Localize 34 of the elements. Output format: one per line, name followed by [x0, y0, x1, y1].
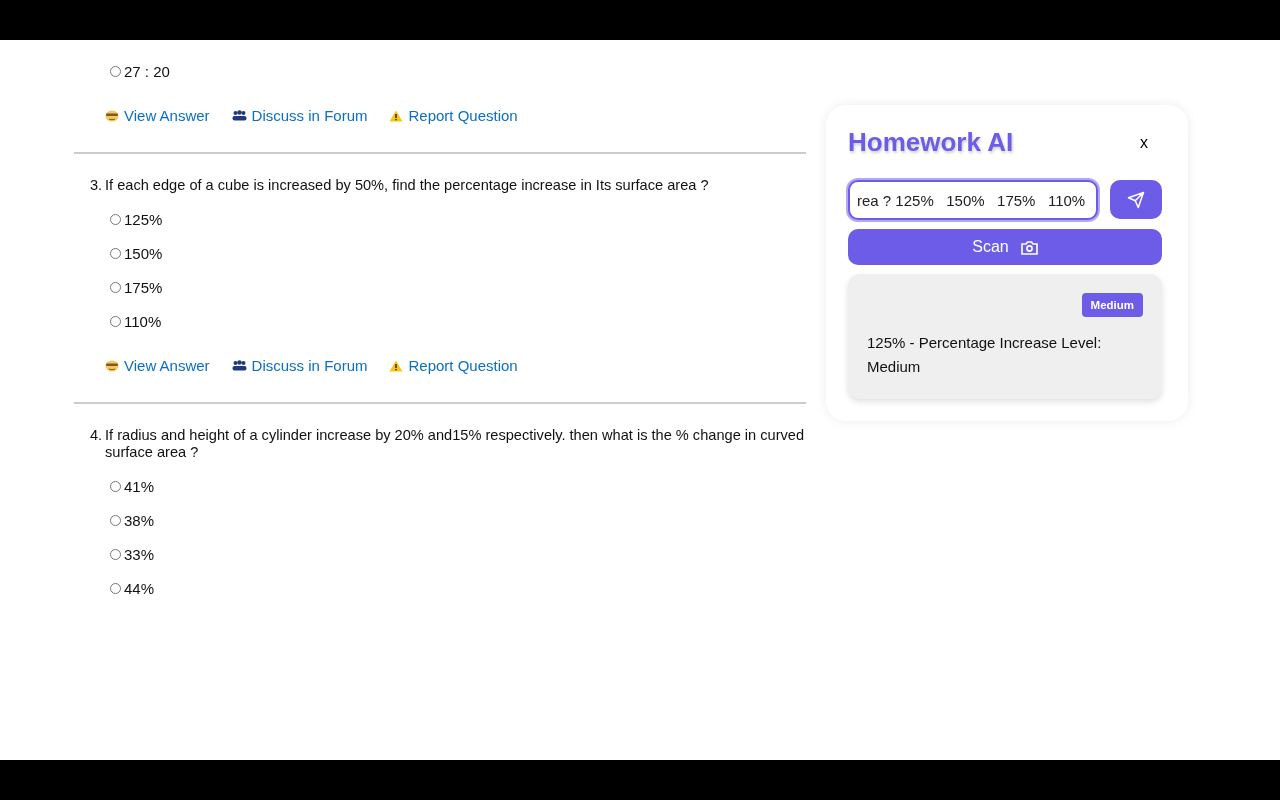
users-icon	[231, 360, 247, 371]
scan-button[interactable]: Scan	[848, 229, 1162, 265]
question-number: 3.	[90, 177, 104, 194]
panel-title: Homework AI	[848, 127, 1014, 158]
report-link[interactable]: Report Question	[389, 107, 518, 124]
option-label: 27 : 20	[124, 62, 170, 80]
send-icon	[1127, 190, 1145, 209]
option-label: 175%	[124, 278, 163, 296]
forum-link[interactable]: Discuss in Forum	[231, 107, 368, 124]
result-text: 125% - Percentage Increase Level: Medium	[867, 333, 1103, 377]
view-answer-link[interactable]: View Answer	[105, 357, 210, 374]
option-label: 38%	[124, 511, 155, 529]
view-answer-link[interactable]: View Answer	[105, 107, 210, 124]
option-label: 125%	[124, 210, 163, 228]
send-button[interactable]	[1110, 180, 1162, 219]
difficulty-badge: Medium	[1081, 293, 1143, 317]
question-input[interactable]: rea ? 125% 150% 175% 110%	[848, 180, 1098, 220]
option-label: 110%	[124, 312, 162, 330]
option-label: 33%	[124, 545, 155, 563]
question-text: If each edge of a cube is increased by 50%, find the percentage increase in Its surface area ?	[105, 177, 709, 194]
emoji-icon	[105, 359, 119, 372]
forum-link[interactable]: Discuss in Forum	[231, 357, 368, 374]
report-link[interactable]: Report Question	[389, 357, 518, 374]
close-button[interactable]: x	[1140, 133, 1148, 152]
camera-icon	[1020, 239, 1038, 255]
warning-icon	[389, 359, 404, 372]
question-number: 4.	[90, 427, 104, 445]
option-label: 150%	[124, 244, 163, 262]
warning-icon	[389, 109, 404, 122]
users-icon	[231, 110, 247, 121]
emoji-icon	[105, 109, 119, 122]
option-label: 41%	[124, 477, 155, 495]
question-text: If radius and height of a cylinder increase by 20% and15% respectively. then what is the % change in curved surface area ?	[105, 427, 806, 461]
option-label: 44%	[124, 579, 155, 597]
